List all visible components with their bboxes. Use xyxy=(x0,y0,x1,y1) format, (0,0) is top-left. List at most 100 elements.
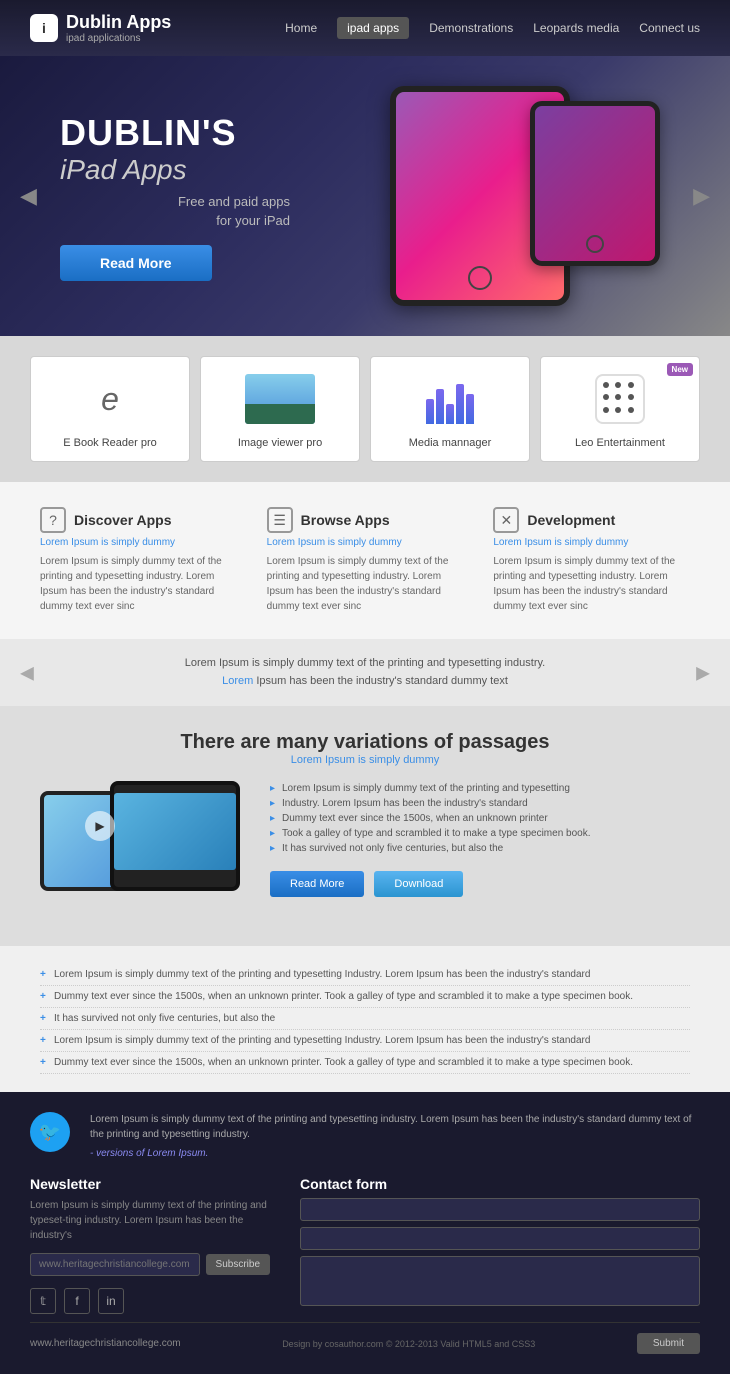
product-bullets: Lorem Ipsum is simply dummy text of the … xyxy=(270,781,690,856)
footer-bottom: Newsletter Lorem Ipsum is simply dummy t… xyxy=(30,1176,700,1314)
twitter-social-icon[interactable]: 𝕥 xyxy=(30,1288,56,1314)
app-card-leo[interactable]: New Leo Entertainment xyxy=(540,356,700,462)
footer-url: www.heritagechristiancollege.com xyxy=(30,1338,181,1349)
footer-tweet-area: 🐦 Lorem Ipsum is simply dummy text of th… xyxy=(30,1112,700,1161)
feature-discover: ? Discover Apps Lorem Ipsum is simply du… xyxy=(40,507,237,614)
app-card-ebook[interactable]: e E Book Reader pro xyxy=(30,356,190,462)
logo-subtitle: ipad applications xyxy=(66,33,171,44)
bullets-section: Lorem Ipsum is simply dummy text of the … xyxy=(0,946,730,1092)
logo-area: i Dublin Apps ipad applications xyxy=(30,12,171,44)
browse-icon: ☰ xyxy=(267,507,293,533)
ebook-label: E Book Reader pro xyxy=(43,437,177,449)
facebook-social-icon[interactable]: f xyxy=(64,1288,90,1314)
dev-sub: Lorem Ipsum is simply dummy xyxy=(493,537,690,548)
contact-name-input[interactable] xyxy=(300,1198,700,1221)
list-item-2: It has survived not only five centuries,… xyxy=(40,1008,690,1030)
testimonial-section: ◀ Lorem Ipsum is simply dummy text of th… xyxy=(0,639,730,706)
hero-arrow-right[interactable]: ▶ xyxy=(693,183,710,209)
product-download-button[interactable]: Download xyxy=(374,871,463,897)
bullet-1: Industry. Lorem Ipsum has been the indus… xyxy=(270,796,690,811)
new-badge: New xyxy=(667,363,693,376)
newsletter-input-row: Subscribe xyxy=(30,1253,270,1276)
list-item-4: Dummy text ever since the 1500s, when an… xyxy=(40,1052,690,1074)
newsletter-text: Lorem Ipsum is simply dummy text of the … xyxy=(30,1198,270,1243)
hero-section: ◀ DUBLIN'S iPad Apps Free and paid apps … xyxy=(0,56,730,336)
feature-development: ✕ Development Lorem Ipsum is simply dumm… xyxy=(493,507,690,614)
imageviewer-icon-area xyxy=(213,369,347,429)
hero-title-sub: iPad Apps xyxy=(60,154,290,186)
submit-button[interactable]: Submit xyxy=(637,1333,700,1354)
leo-icon-area: New xyxy=(553,369,687,429)
hero-content: DUBLIN'S iPad Apps Free and paid apps fo… xyxy=(60,112,290,281)
testimonial-text: Lorem Ipsum is simply dummy text of the … xyxy=(60,655,670,690)
bullet-0: Lorem Ipsum is simply dummy text of the … xyxy=(270,781,690,796)
copyright-text: Design by cosauthor.com © 2012-2013 Vali… xyxy=(282,1339,535,1349)
subscribe-button[interactable]: Subscribe xyxy=(206,1254,270,1275)
footer: 🐦 Lorem Ipsum is simply dummy text of th… xyxy=(0,1092,730,1374)
play-button[interactable]: ▶ xyxy=(85,811,115,841)
nav-connect[interactable]: Connect us xyxy=(639,21,700,35)
media-label: Media mannager xyxy=(383,437,517,449)
newsletter-section: Newsletter Lorem Ipsum is simply dummy t… xyxy=(30,1176,270,1314)
hero-images xyxy=(290,86,670,306)
main-nav: Home ipad apps Demonstrations Leopards m… xyxy=(285,17,700,39)
dev-title: Development xyxy=(527,512,615,528)
ebook-icon: e xyxy=(101,381,119,418)
tweet-italic: - versions of Lorem Ipsum. xyxy=(90,1146,700,1161)
ebook-icon-area: e xyxy=(43,369,177,429)
linkedin-social-icon[interactable]: in xyxy=(98,1288,124,1314)
nav-ipad-apps[interactable]: ipad apps xyxy=(337,17,409,39)
dev-header: ✕ Development xyxy=(493,507,690,533)
tweet-text: Lorem Ipsum is simply dummy text of the … xyxy=(90,1112,700,1161)
apps-section: e E Book Reader pro Image viewer pro Med… xyxy=(0,336,730,482)
app-card-media[interactable]: Media mannager xyxy=(370,356,530,462)
testimonial-arrow-right[interactable]: ▶ xyxy=(696,662,710,683)
bullets-list: Lorem Ipsum is simply dummy text of the … xyxy=(40,964,690,1074)
header: i Dublin Apps ipad applications Home ipa… xyxy=(0,0,730,56)
browse-sub: Lorem Ipsum is simply dummy xyxy=(267,537,464,548)
product-right: Lorem Ipsum is simply dummy text of the … xyxy=(270,781,690,897)
footer-copyright: www.heritagechristiancollege.com Design … xyxy=(30,1322,700,1354)
ipad2-screen xyxy=(114,793,236,870)
contact-section: Contact form xyxy=(300,1176,700,1311)
discover-sub: Lorem Ipsum is simply dummy xyxy=(40,537,237,548)
product-content: ▶ Lorem Ipsum is simply dummy text of th… xyxy=(40,781,690,921)
nav-demonstrations[interactable]: Demonstrations xyxy=(429,21,513,35)
dice-icon xyxy=(595,374,645,424)
contact-title: Contact form xyxy=(300,1176,700,1192)
product-ipad-2 xyxy=(110,781,240,891)
bullet-2: Dummy text ever since the 1500s, when an… xyxy=(270,811,690,826)
list-item-1: Dummy text ever since the 1500s, when an… xyxy=(40,986,690,1008)
product-title: There are many variations of passages xyxy=(40,731,690,754)
discover-header: ? Discover Apps xyxy=(40,507,237,533)
browse-title: Browse Apps xyxy=(301,512,390,528)
nav-leopards[interactable]: Leopards media xyxy=(533,21,619,35)
feature-browse: ☰ Browse Apps Lorem Ipsum is simply dumm… xyxy=(267,507,464,614)
hero-title-big: DUBLIN'S xyxy=(60,112,290,154)
hero-read-more-button[interactable]: Read More xyxy=(60,245,212,281)
logo-text-area: Dublin Apps ipad applications xyxy=(66,12,171,44)
product-section: There are many variations of passages Lo… xyxy=(0,706,730,946)
product-read-more-button[interactable]: Read More xyxy=(270,871,364,897)
product-buttons: Read More Download xyxy=(270,871,690,897)
contact-email-input[interactable] xyxy=(300,1227,700,1250)
bullet-4: It has survived not only five centuries,… xyxy=(270,841,690,856)
browse-text: Lorem Ipsum is simply dummy text of the … xyxy=(267,554,464,614)
testimonial-arrow-left[interactable]: ◀ xyxy=(20,662,34,683)
list-item-3: Lorem Ipsum is simply dummy text of the … xyxy=(40,1030,690,1052)
product-sub: Lorem Ipsum is simply dummy xyxy=(40,754,690,766)
newsletter-title: Newsletter xyxy=(30,1176,270,1192)
discover-title: Discover Apps xyxy=(74,512,172,528)
twitter-icon: 🐦 xyxy=(30,1112,70,1152)
newsletter-input[interactable] xyxy=(30,1253,200,1276)
imageviewer-label: Image viewer pro xyxy=(213,437,347,449)
app-card-imageviewer[interactable]: Image viewer pro xyxy=(200,356,360,462)
nav-home[interactable]: Home xyxy=(285,21,317,35)
hero-description: Free and paid apps for your iPad xyxy=(60,192,290,231)
bullet-3: Took a galley of type and scrambled it t… xyxy=(270,826,690,841)
ipad-small-image xyxy=(530,101,660,266)
dev-icon: ✕ xyxy=(493,507,519,533)
hero-arrow-left[interactable]: ◀ xyxy=(20,183,37,209)
contact-message-input[interactable] xyxy=(300,1256,700,1306)
discover-text: Lorem Ipsum is simply dummy text of the … xyxy=(40,554,237,614)
